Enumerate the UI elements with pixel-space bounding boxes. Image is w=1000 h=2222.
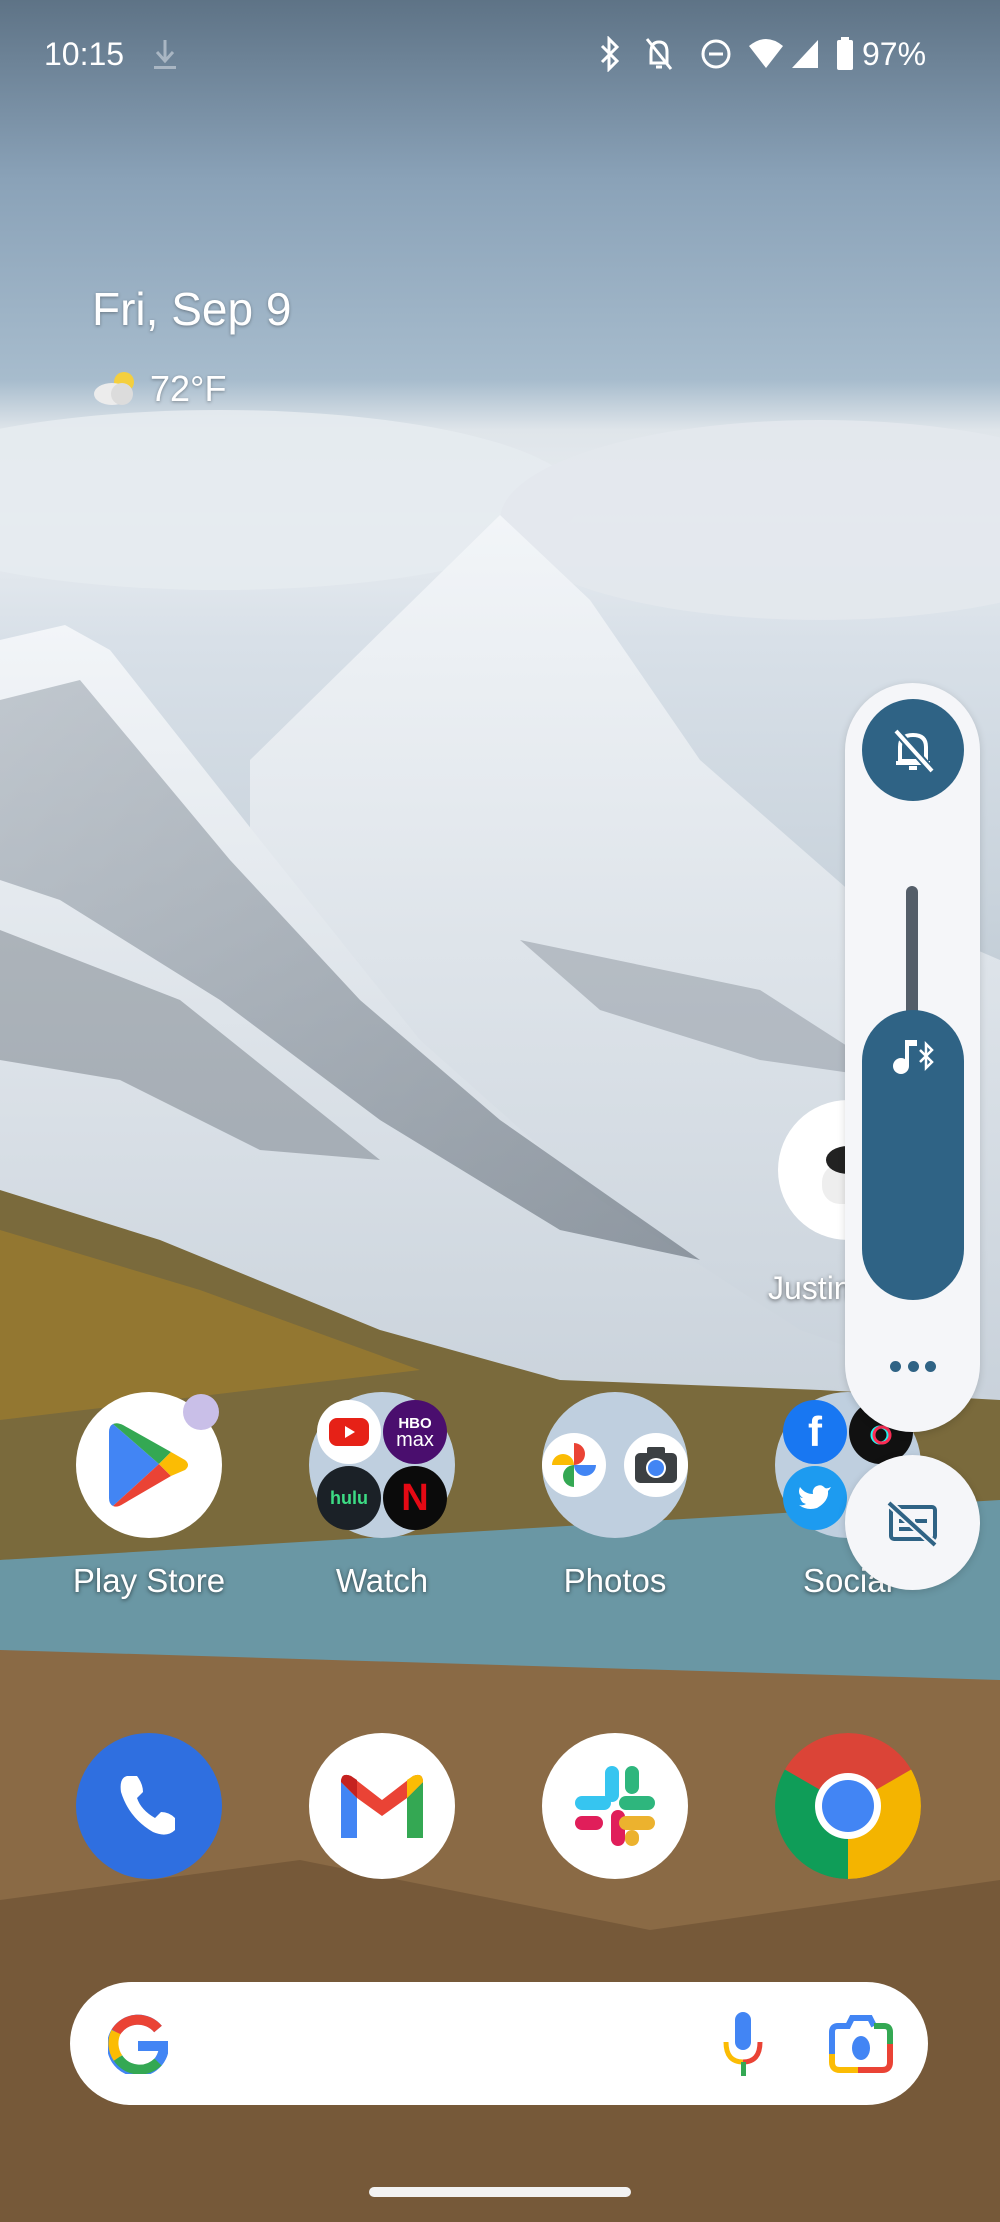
- earbuds-widget-label: Justin: [768, 1270, 852, 1306]
- notification-dot: [183, 1394, 219, 1430]
- wifi-icon: [749, 39, 783, 68]
- more-horiz-icon: [890, 1361, 901, 1372]
- more-horiz-icon-dot: [925, 1361, 936, 1372]
- camera-icon: [624, 1433, 688, 1497]
- cell-signal-icon: [792, 40, 818, 68]
- chrome-icon: [775, 1733, 921, 1879]
- play-store-icon: [109, 1423, 188, 1507]
- google-g-icon: [108, 2014, 168, 2074]
- twitter-icon: [783, 1466, 847, 1530]
- search-bar[interactable]: [70, 1982, 928, 2105]
- google-photos-icon: [542, 1433, 606, 1497]
- folder-label: Watch: [335, 1562, 429, 1599]
- mic-icon[interactable]: [720, 2010, 766, 2080]
- dock-slack[interactable]: [542, 1733, 688, 1879]
- volume-slider-track[interactable]: [906, 886, 918, 1026]
- status-time: 10:15: [44, 36, 125, 72]
- battery-icon: [837, 37, 853, 70]
- home-gesture-bar[interactable]: [369, 2187, 631, 2197]
- music-bluetooth-icon: [893, 1040, 934, 1074]
- slack-icon: [575, 1766, 655, 1846]
- bluetooth-icon: [600, 36, 620, 72]
- facebook-icon: f: [783, 1400, 847, 1464]
- app-label: Play Store: [72, 1562, 226, 1599]
- dock-phone[interactable]: [76, 1733, 222, 1879]
- gmail-icon: [341, 1774, 423, 1838]
- captions-off-icon: [885, 1499, 938, 1547]
- folder-watch[interactable]: HBO max hulu N: [309, 1392, 455, 1538]
- lens-icon[interactable]: [828, 2014, 894, 2074]
- folder-photos[interactable]: [542, 1392, 688, 1538]
- more-settings-button[interactable]: [890, 1361, 936, 1373]
- temperature-text[interactable]: 72°F: [150, 368, 226, 410]
- notifications-off-icon: [645, 38, 673, 70]
- battery-percent: 97%: [862, 36, 927, 72]
- partly-cloudy-icon: [94, 372, 134, 405]
- phone-icon: [120, 1776, 175, 1835]
- date-text[interactable]: Fri, Sep 9: [92, 282, 291, 336]
- hulu-icon: hulu: [317, 1466, 381, 1530]
- max-text: max: [396, 1429, 434, 1451]
- live-caption-button[interactable]: [845, 1455, 980, 1590]
- do-not-disturb-icon: [701, 39, 731, 69]
- folder-label: Photos: [563, 1562, 667, 1599]
- hbo-max-icon: HBO max: [383, 1400, 447, 1464]
- netflix-icon: N: [383, 1466, 447, 1530]
- ringer-mode-button[interactable]: [862, 699, 964, 801]
- bell-off-icon: [893, 728, 935, 774]
- dock-gmail[interactable]: [309, 1733, 455, 1879]
- download-icon: [154, 40, 176, 69]
- volume-slider-fill[interactable]: [862, 1010, 964, 1300]
- volume-panel: [845, 683, 980, 1432]
- youtube-icon: [317, 1400, 381, 1464]
- more-horiz-icon-dot: [907, 1361, 919, 1372]
- dock-chrome[interactable]: [775, 1733, 921, 1879]
